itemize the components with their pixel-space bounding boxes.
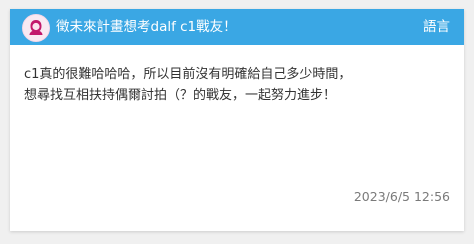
post-body: c1真的很難哈哈哈，所以目前沒有明確給自己多少時間， 想尋找互相扶持偶爾討拍（？… [24,64,452,106]
language-button[interactable]: 語言 [423,9,450,45]
user-avatar-icon[interactable] [22,14,50,42]
post-timestamp: 2023/6/5 12:56 [353,189,450,204]
post-header: 徵未來計畫想考dalf c1戰友！ 語言 [10,9,464,45]
torn-edge-divider [10,222,464,231]
page-title: 徵未來計畫想考dalf c1戰友！ [56,19,237,35]
post-card: 徵未來計畫想考dalf c1戰友！ 語言 c1真的很難哈哈哈，所以目前沒有明確給… [10,9,464,231]
post-body-line: c1真的很難哈哈哈，所以目前沒有明確給自己多少時間， [24,67,352,82]
post-body-line: 想尋找互相扶持偶爾討拍（？的戰友，一起努力進步！ [24,88,337,103]
